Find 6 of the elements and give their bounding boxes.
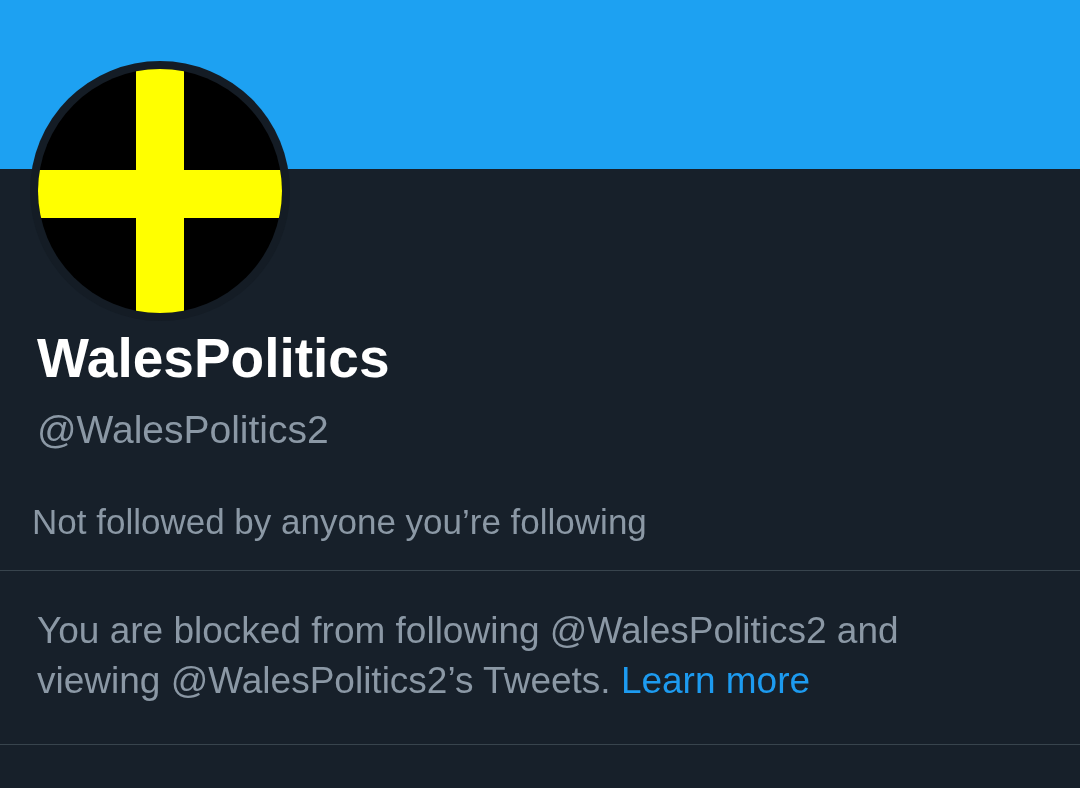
avatar-image[interactable] <box>30 61 290 321</box>
followers-note: Not followed by anyone you’re following <box>32 504 647 539</box>
profile-handle: @WalesPolitics2 <box>37 410 329 449</box>
profile-name: WalesPolitics <box>37 331 390 386</box>
blocked-notice-text: You are blocked from following @WalesPolitics2 and viewing @WalesPolitics2’s Tweets. Learn more <box>37 609 900 703</box>
learn-more-link[interactable]: Learn more <box>620 660 811 701</box>
